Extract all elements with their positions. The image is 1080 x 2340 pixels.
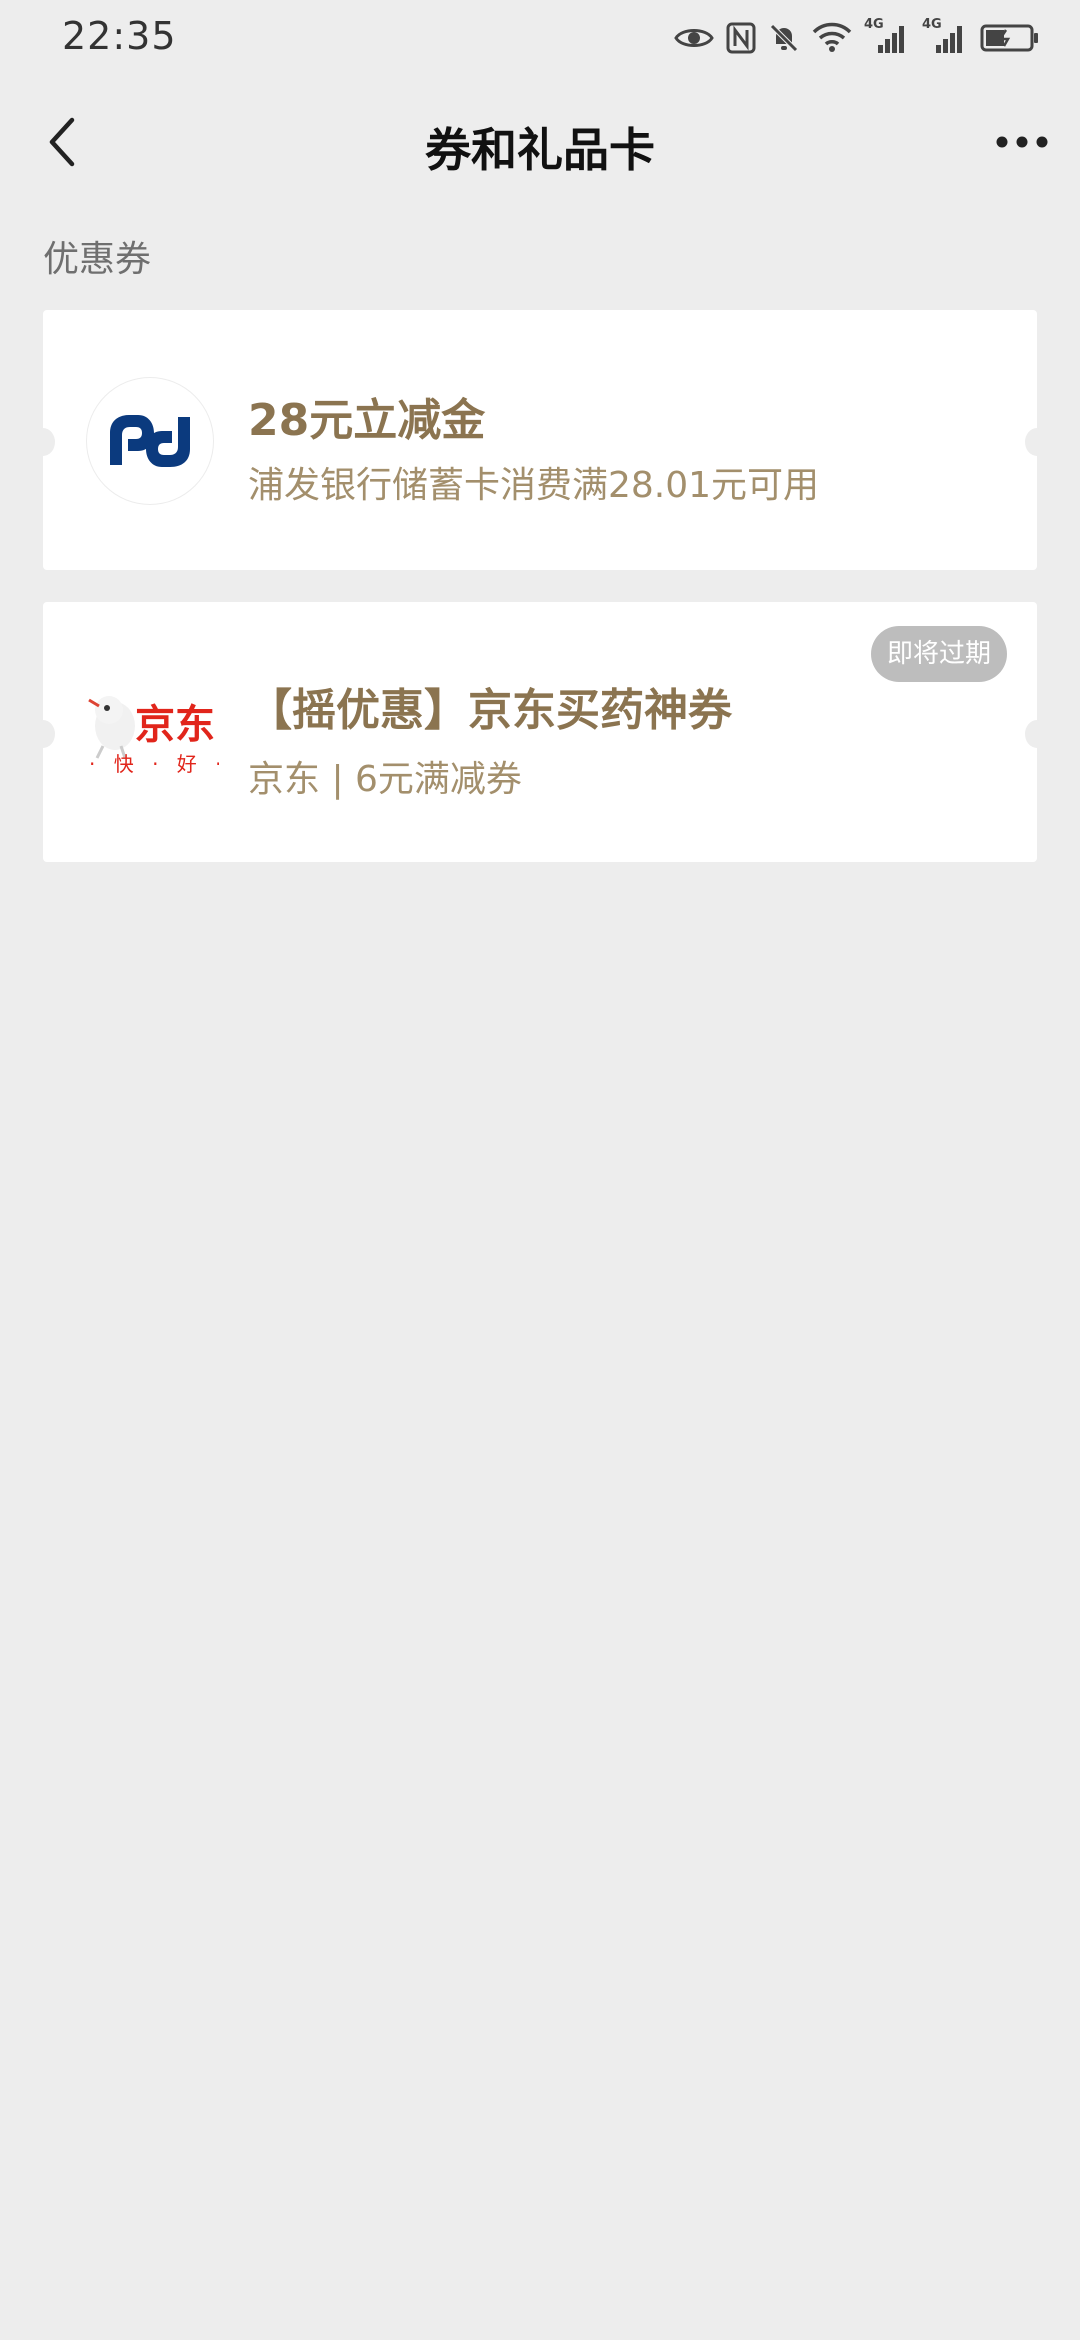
- nfc-icon: [726, 22, 756, 54]
- status-time: 22:35: [62, 14, 177, 58]
- page-title: 券和礼品卡: [425, 123, 655, 177]
- eye-icon: [674, 29, 714, 47]
- jd-logo: 京东 · 快 · 好 ·: [79, 672, 219, 798]
- expiring-soon-badge: 即将过期: [870, 626, 1007, 682]
- nav-bar: 券和礼品卡: [0, 88, 1080, 198]
- wifi-icon: [812, 22, 852, 52]
- coupon-card[interactable]: 28元立减金 浦发银行储蓄卡消费满28.01元可用: [31, 310, 1049, 570]
- battery-icon: [980, 24, 1038, 52]
- card-notch: [1025, 720, 1049, 748]
- coupon-description: 京东 | 6元满减券: [248, 759, 522, 800]
- status-bar: 22:35 4G 4G: [0, 0, 1080, 80]
- spdb-logo: [87, 378, 213, 504]
- jd-logo-subtext: · 快 · 好 ·: [89, 752, 219, 776]
- card-notch: [31, 720, 55, 748]
- signal-4g-icon: 4G: [864, 17, 910, 55]
- card-notch: [31, 428, 55, 456]
- coupon-title: 28元立减金: [248, 395, 486, 446]
- status-icons: 4G 4G: [674, 17, 1040, 58]
- coupon-description: 浦发银行储蓄卡消费满28.01元可用: [248, 465, 820, 506]
- more-dots-icon: [996, 136, 1048, 148]
- mute-icon: [770, 24, 798, 52]
- signal-4g-icon: 4G: [922, 17, 968, 55]
- section-label-coupons: 优惠券: [43, 239, 152, 280]
- coupon-card[interactable]: 即将过期 京东 · 快 · 好 · 【摇优惠】京东买药神券 京东 | 6元满减券: [31, 602, 1049, 862]
- coupon-title: 【摇优惠】京东买药神券: [248, 685, 732, 736]
- card-notch: [1025, 428, 1049, 456]
- jd-logo-text: 京东: [135, 702, 215, 748]
- more-button[interactable]: [990, 110, 1054, 174]
